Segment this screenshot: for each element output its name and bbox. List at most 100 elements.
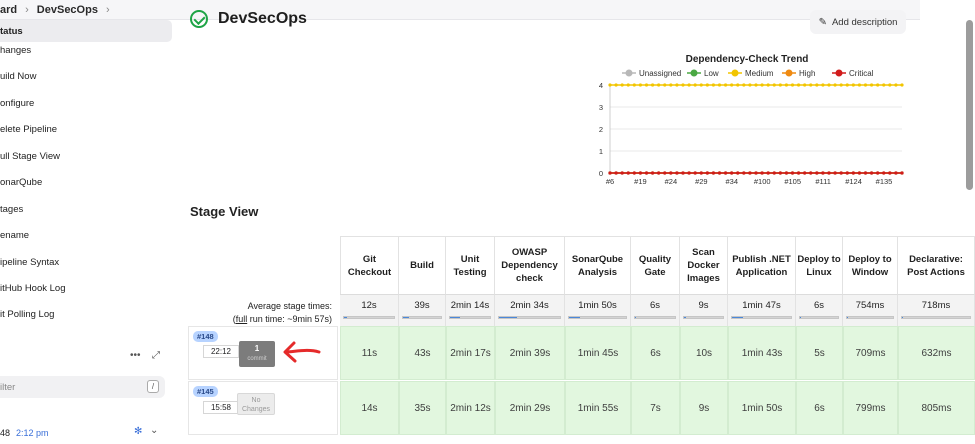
stage-duration-cell[interactable]: 805ms [898,381,975,435]
more-options-icon[interactable]: ••• [130,350,141,361]
data-point [748,171,752,175]
stage-average-bar [731,316,792,319]
build-filter-input[interactable]: ilter / [0,376,165,398]
stage-average-bar-fill [800,317,802,318]
data-point [705,171,709,175]
data-point [736,171,740,175]
data-point [833,171,837,175]
stage-average-bar [343,316,395,319]
console-icon[interactable]: ✻ [134,426,142,437]
y-tick-label: 3 [599,103,603,112]
stage-duration-cell[interactable]: 2min 39s [495,326,565,380]
stage-header: Git Checkout [340,236,399,294]
legend-marker [731,69,739,77]
changes-button[interactable]: 1 commit [239,341,275,367]
sidebar-item-build-now[interactable]: uild Now [0,65,172,87]
data-point [851,171,855,175]
stage-duration-cell[interactable]: 5s [796,326,843,380]
stage-duration-cell[interactable]: 709ms [843,326,898,380]
build-history-item[interactable]: 48 2:12 pm ✻ ⌄ [0,424,176,442]
stage-average-time: 2min 14s [446,294,495,326]
sidebar-item-delete-pipeline[interactable]: elete Pipeline [0,118,172,140]
sidebar-item-label: onarQube [0,176,43,188]
add-description-label: Add description [831,16,898,28]
stage-duration-cell[interactable]: 632ms [898,326,975,380]
average-stage-times-label: Average stage times: (full run time: ~9m… [190,300,332,326]
chevron-right-icon: › [105,3,110,16]
stage-average-time: 6s [796,294,843,326]
data-point [723,83,728,87]
data-point [766,171,770,175]
build-badge[interactable]: #148 [193,331,218,342]
data-point [681,83,685,87]
legend-label: Low [704,69,719,78]
stage-duration-cell[interactable]: 6s [796,381,843,435]
chevron-down-icon[interactable]: ⌄ [150,425,158,436]
build-badge[interactable]: #145 [193,386,218,397]
sidebar-item-github-hook-log[interactable]: itHub Hook Log [0,277,172,299]
sidebar-item-label: hanges [0,44,32,56]
sidebar-item-stages[interactable]: tages [0,198,172,220]
stage-average-value: 718ms [921,300,951,311]
data-point [900,171,904,175]
sidebar-item-configure[interactable]: onfigure [0,92,172,114]
stage-header: Unit Testing [446,236,495,294]
add-description-button[interactable]: ✎ Add description [810,10,906,34]
breadcrumb-item-dashboard[interactable]: ard [0,4,17,16]
stage-duration-cell[interactable]: 1min 50s [728,381,796,435]
stage-duration-cell[interactable]: 1min 45s [565,326,631,380]
sidebar-item-git-polling-log[interactable]: it Polling Log [0,303,172,325]
data-point [894,83,898,87]
data-point [657,83,661,87]
run-row-148[interactable]: #148 22:12 1 commit [188,326,338,380]
data-point [748,83,752,87]
run-row-145[interactable]: #145 15:58 No Changes [188,381,338,435]
scrollbar[interactable] [966,20,973,190]
chevron-right-icon: › [25,3,29,16]
data-point [620,83,624,87]
stage-duration-cell[interactable]: 2min 29s [495,381,565,435]
chart-title: Dependency-Check Trend [686,54,809,65]
breadcrumb-item-project[interactable]: DevSecOps [37,4,98,16]
average-stage-times-text: Average stage times: [247,301,332,311]
stage-duration-cell[interactable]: 2min 17s [446,326,495,380]
data-point [742,171,746,175]
stage-average-bar [799,316,839,319]
data-point [717,83,722,87]
sidebar-item-sonarqube[interactable]: onarQube [0,171,172,193]
stage-duration-cell[interactable]: 6s [631,326,680,380]
data-point [705,83,709,87]
stage-duration-cell[interactable]: 11s [340,326,399,380]
stage-average-bar-fill [450,317,460,318]
data-point [869,171,874,175]
stage-average-value: 39s [414,300,430,311]
expand-icon[interactable]: ⤢ [152,350,160,361]
stage-duration-cell[interactable]: 7s [631,381,680,435]
stage-average-bar [498,316,561,319]
stage-average-time: 1min 47s [728,294,796,326]
data-point [876,83,880,87]
stage-duration-cell[interactable]: 43s [399,326,446,380]
stage-duration-cell[interactable]: 2min 12s [446,381,495,435]
stage-header: SonarQube Analysis [565,236,631,294]
stage-duration-cell[interactable]: 799ms [843,381,898,435]
stage-duration-cell[interactable]: 9s [680,381,728,435]
stage-header: OWASP Dependency check [495,236,565,294]
stage-average-value: 2min 34s [510,300,549,311]
full-run-time-link[interactable]: full [236,314,248,324]
build-time-link[interactable]: 2:12 pm [16,428,49,438]
stage-duration-cell[interactable]: 1min 43s [728,326,796,380]
stage-average-time: 2min 34s [495,294,565,326]
data-point [699,171,703,175]
sidebar-item-rename[interactable]: ename [0,224,172,246]
stage-duration-cell[interactable]: 14s [340,381,399,435]
sidebar-item-changes[interactable]: hanges [0,39,172,61]
stage-duration-cell[interactable]: 10s [680,326,728,380]
data-point [760,83,764,87]
stage-duration-cell[interactable]: 1min 55s [565,381,631,435]
stage-duration-cell[interactable]: 35s [399,381,446,435]
sidebar-item-full-stage-view[interactable]: ull Stage View [0,145,172,167]
sidebar-item-pipeline-syntax[interactable]: ipeline Syntax [0,251,172,273]
stage-average-bar [901,316,971,319]
data-point [796,171,801,175]
